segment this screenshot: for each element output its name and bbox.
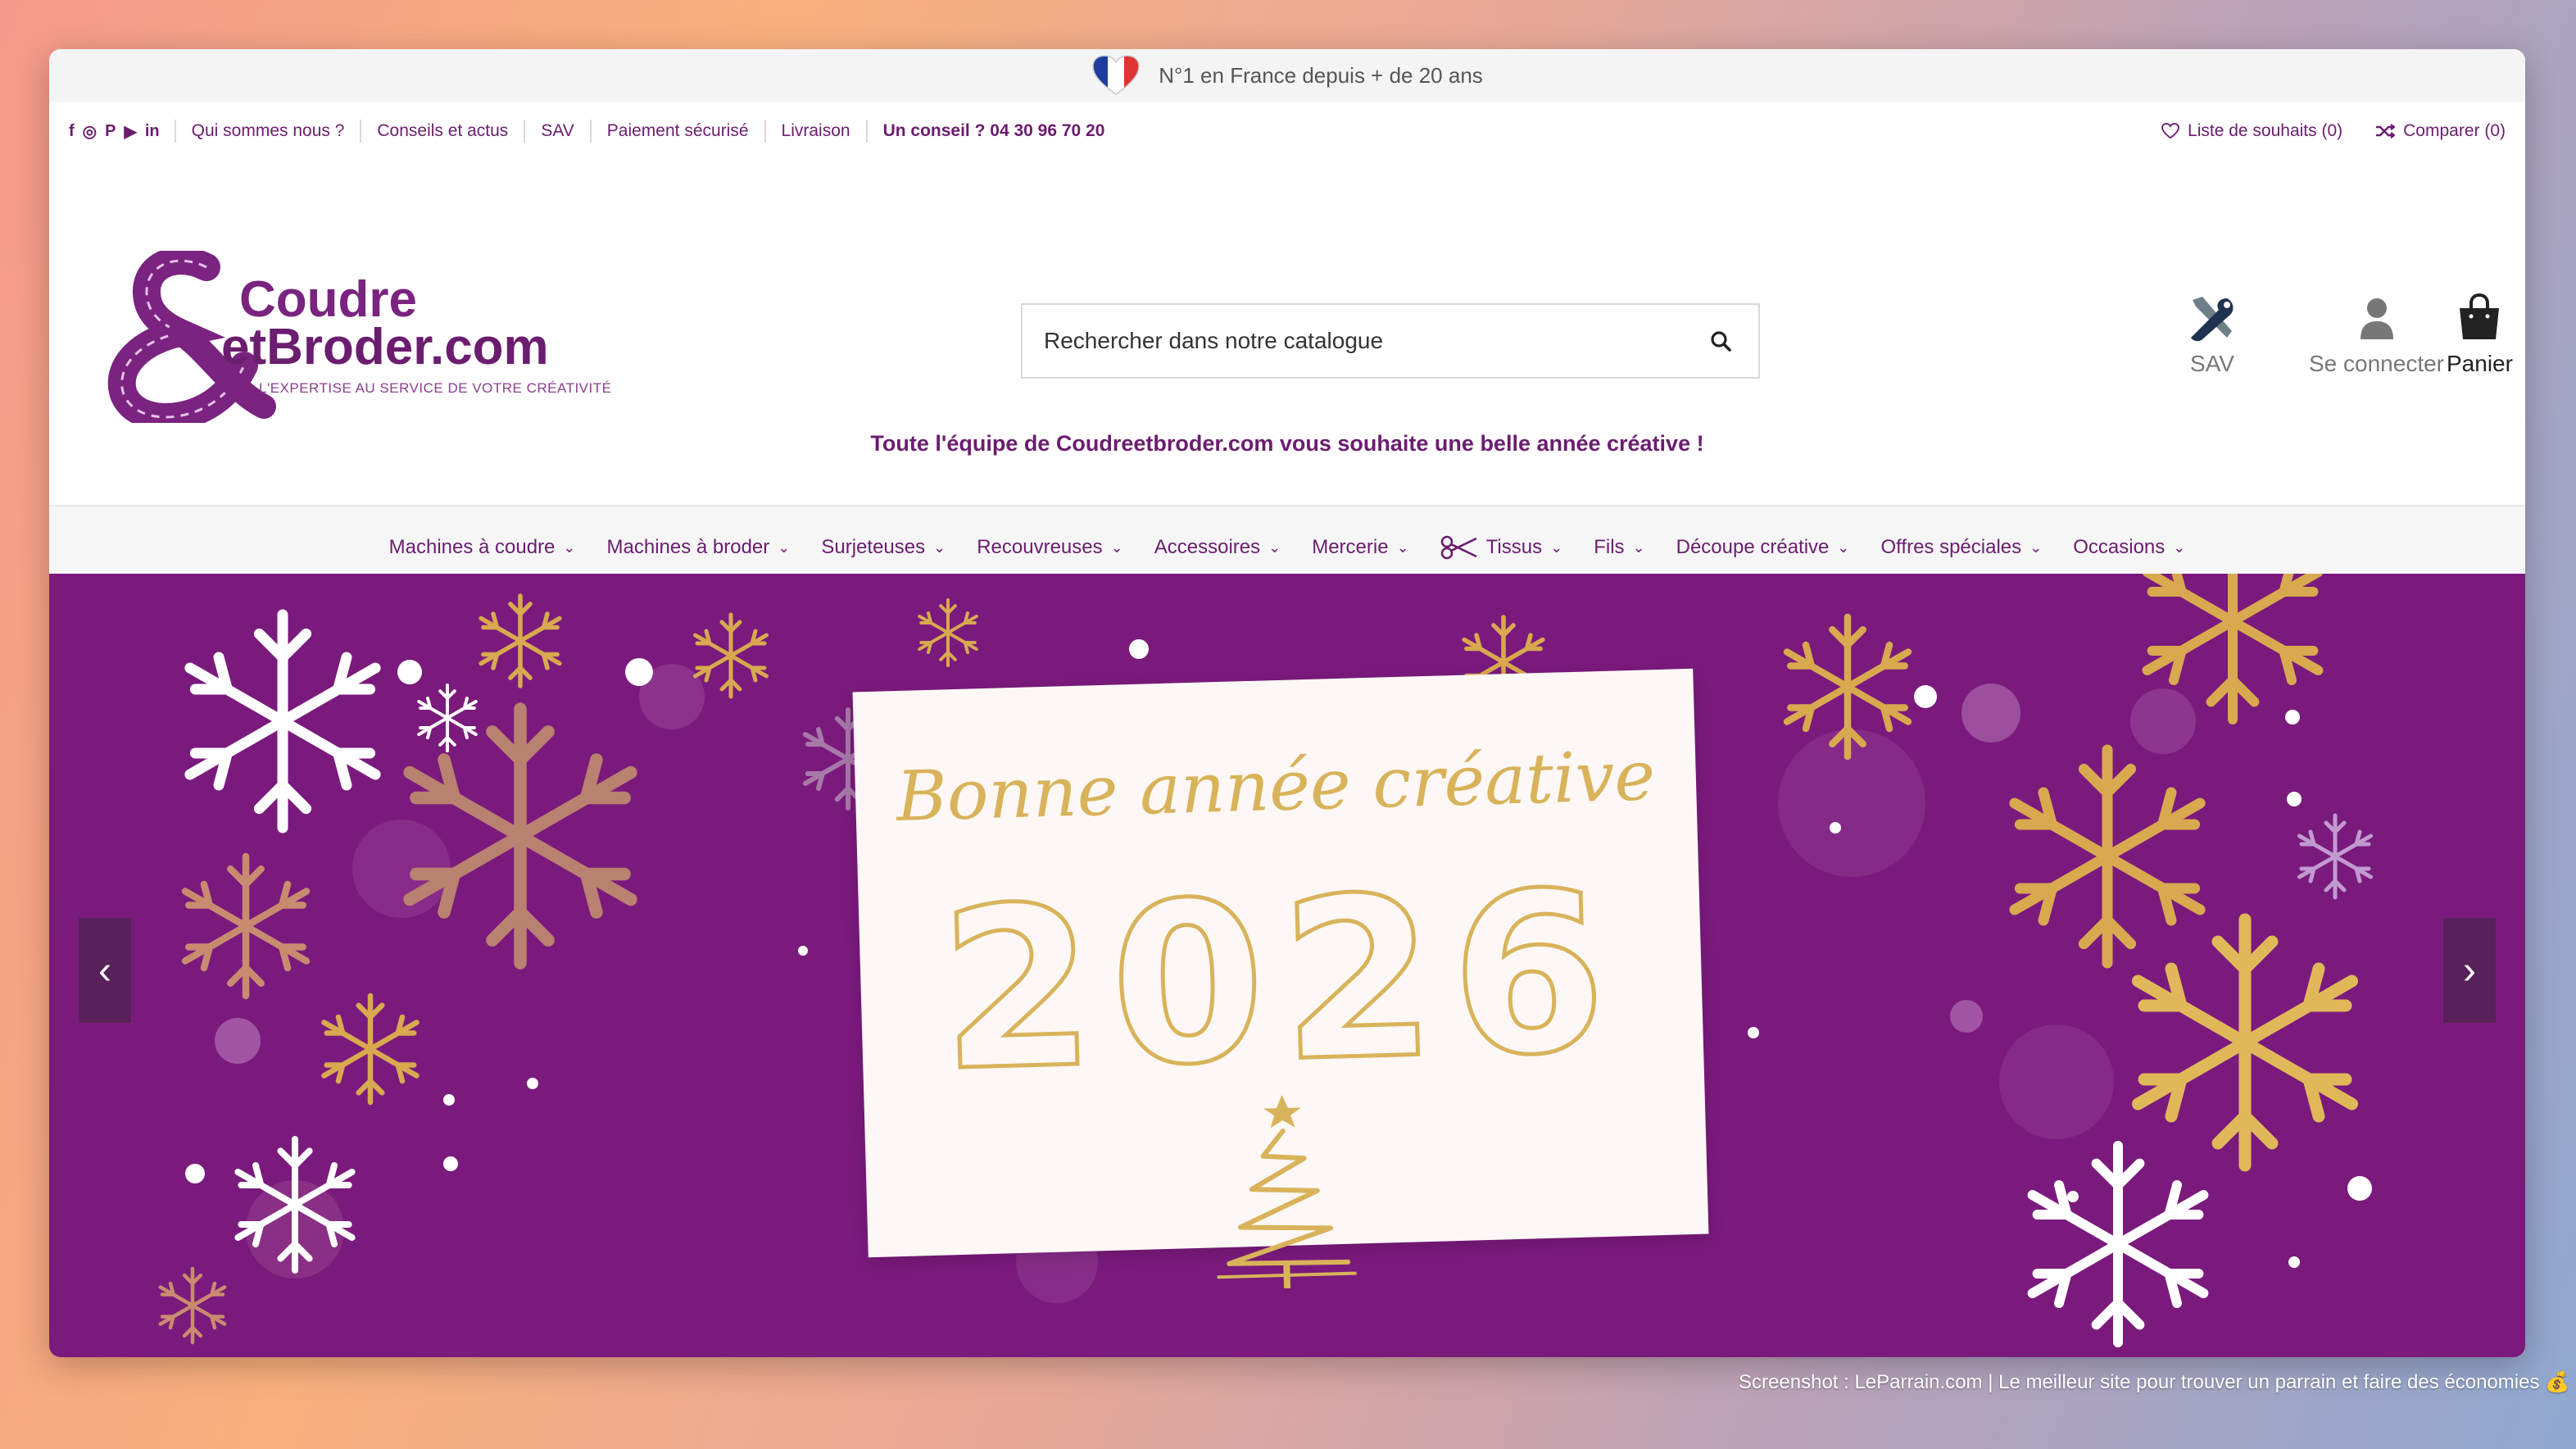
nav-second-hand[interactable]: Occasions ⌄ (2057, 536, 2201, 559)
login-button[interactable]: Se connecter (2309, 292, 2444, 377)
nav-creative-cutting[interactable]: Découpe créative ⌄ (1661, 536, 1866, 559)
cart-button[interactable]: Panier (2447, 292, 2513, 377)
wishlist-label: Liste de souhaits (0) (2188, 121, 2343, 140)
login-label: Se connecter (2309, 351, 2444, 376)
heart-icon (2161, 123, 2179, 139)
chevron-down-icon: ⌄ (1632, 538, 1645, 556)
tools-icon (2191, 297, 2234, 342)
site-logo[interactable]: Coudre etBroder.com L'EXPERTISE AU SERVI… (84, 247, 612, 431)
nav-label: Offres spéciales (1880, 536, 2022, 558)
announcement-text: N°1 en France depuis + de 20 ans (1159, 62, 1483, 88)
user-icon (2360, 298, 2393, 339)
link-about[interactable]: Qui sommes nous ? (176, 120, 362, 143)
chevron-down-icon: ⌄ (1550, 538, 1563, 556)
nav-label: Machines à broder (606, 536, 770, 558)
nav-sewing-machines[interactable]: Machines à coudre ⌄ (374, 536, 592, 559)
banner-year: 2026 (935, 841, 1627, 1122)
cart-label: Panier (2447, 351, 2513, 376)
facebook-icon[interactable]: f (69, 122, 75, 141)
logo-line-2: etBroder.com (221, 319, 549, 375)
phone-advice[interactable]: Un conseil ? 04 30 96 70 20 (868, 120, 1121, 143)
chevron-left-icon: ‹ (98, 948, 111, 992)
france-heart-flag-icon (1092, 55, 1140, 95)
christmas-tree-icon (1217, 1095, 1357, 1289)
nav-label: Machines à coudre (388, 536, 556, 558)
site-header: Coudre etBroder.com L'EXPERTISE AU SERVI… (49, 161, 2525, 505)
sav-label: SAV (2190, 351, 2234, 376)
nav-label: Recouvreuses (977, 536, 1103, 558)
youtube-icon[interactable]: ▶ (124, 121, 136, 142)
chevron-down-icon: ⌄ (1110, 538, 1123, 556)
screenshot-caption: Screenshot : LeParrain.com | Le meilleur… (1739, 1371, 2569, 1393)
link-delivery[interactable]: Livraison (766, 120, 868, 143)
chevron-down-icon: ⌄ (2173, 538, 2186, 556)
logo-line-1: Coudre (239, 271, 417, 328)
chevron-down-icon: ⌄ (563, 538, 576, 556)
chevron-right-icon: › (2463, 948, 2476, 992)
nav-label: Fils (1594, 536, 1625, 558)
carousel-next-button[interactable]: › (2443, 918, 2496, 1023)
search-button[interactable] (1704, 325, 1737, 357)
chevron-down-icon: ⌄ (1837, 538, 1850, 556)
link-secure-payment[interactable]: Paiement sécurisé (592, 120, 766, 143)
hero-banner[interactable]: Bonne année créative 2026 ‹ › (49, 574, 2525, 1357)
nav-threads[interactable]: Fils ⌄ (1578, 536, 1660, 559)
nav-label: Accessoires (1154, 536, 1261, 558)
nav-label: Mercerie (1312, 536, 1389, 558)
search-box (1021, 303, 1760, 379)
nav-sergers[interactable]: Surjeteuses ⌄ (805, 536, 961, 559)
chevron-down-icon: ⌄ (1396, 538, 1409, 556)
logo-tagline: L'EXPERTISE AU SERVICE DE VOTRE CRÉATIVI… (259, 380, 612, 396)
scissors-icon (1440, 535, 1477, 560)
nav-embroidery-machines[interactable]: Machines à broder ⌄ (592, 536, 806, 559)
link-advice[interactable]: Conseils et actus (361, 120, 526, 143)
chevron-down-icon: ⌄ (933, 538, 946, 556)
compare-label: Comparer (0) (2403, 121, 2506, 140)
nav-coverstitch[interactable]: Recouvreuses ⌄ (961, 536, 1139, 559)
nav-label: Occasions (2073, 536, 2166, 558)
nav-accessories[interactable]: Accessoires ⌄ (1139, 536, 1296, 559)
nav-fabrics[interactable]: Tissus ⌄ (1425, 535, 1579, 560)
link-sav[interactable]: SAV (525, 120, 592, 143)
wishlist-link[interactable]: Liste de souhaits (0) (2161, 121, 2342, 141)
carousel-prev-button[interactable]: ‹ (79, 918, 131, 1023)
new-year-card: Bonne année créative 2026 (852, 668, 1709, 1289)
browser-window: N°1 en France depuis + de 20 ans f ◎ P ▶… (49, 49, 2525, 1357)
announcement-bar: N°1 en France depuis + de 20 ans (49, 49, 2525, 102)
linkedin-icon[interactable]: in (145, 122, 160, 141)
banner-headline: Bonne année créative (895, 735, 1657, 837)
sav-button[interactable]: SAV (2186, 292, 2238, 377)
compare-link[interactable]: Comparer (0) (2375, 121, 2506, 141)
greeting-message: Toute l'équipe de Coudreetbroder.com vou… (870, 431, 1704, 456)
search-input[interactable] (1044, 328, 1704, 354)
chevron-down-icon: ⌄ (778, 538, 791, 556)
nav-special-offers[interactable]: Offres spéciales ⌄ (1866, 536, 2058, 559)
nav-label: Surjeteuses (821, 536, 926, 558)
nav-label: Tissus (1485, 536, 1543, 558)
instagram-icon[interactable]: ◎ (83, 121, 97, 142)
social-links: f ◎ P ▶ in (69, 120, 176, 143)
chevron-down-icon: ⌄ (1268, 538, 1281, 556)
shuffle-icon (2376, 124, 2396, 139)
search-icon (1711, 331, 1731, 352)
nav-haberdashery[interactable]: Mercerie ⌄ (1296, 536, 1424, 559)
chevron-down-icon: ⌄ (2030, 538, 2043, 556)
utility-bar: f ◎ P ▶ in Qui sommes nous ? Conseils et… (49, 102, 2525, 161)
shopping-bag-icon (2460, 293, 2500, 339)
pinterest-icon[interactable]: P (105, 122, 116, 141)
nav-label: Découpe créative (1676, 536, 1830, 558)
